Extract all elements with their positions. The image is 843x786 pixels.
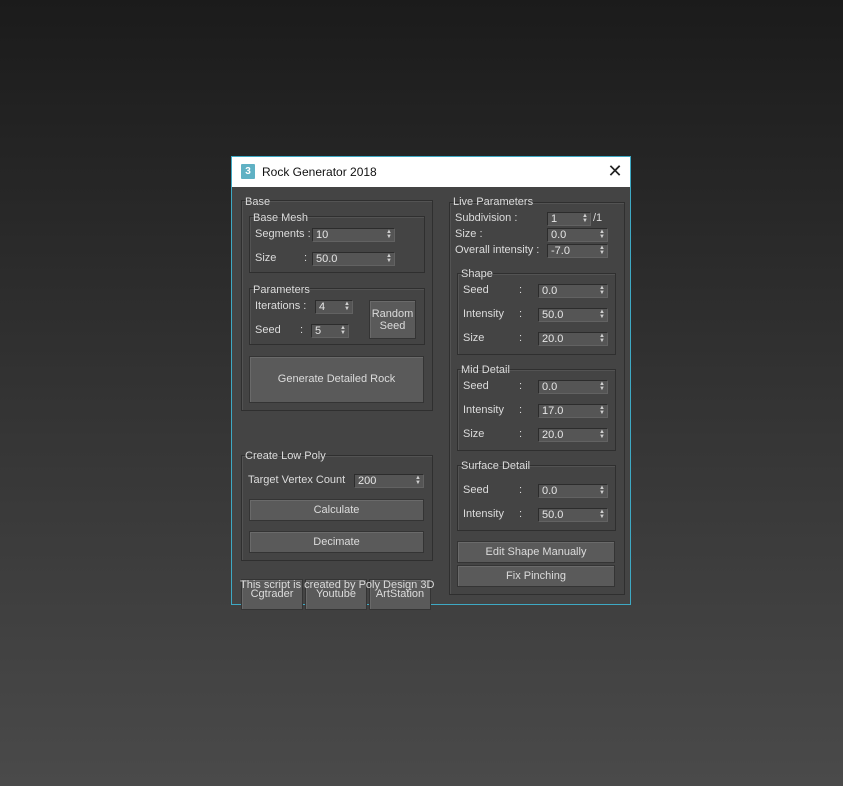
spinner-arrows-icon[interactable]: ▲ ▼ [582,213,588,224]
size-value: 50.0 [316,253,338,265]
spinner-arrows-icon[interactable]: ▲ ▼ [386,253,392,264]
3dsmax-app-icon: 3 [241,164,255,179]
live-size-value: 0.0 [551,229,567,241]
size-spinner[interactable]: 50.0 ▲ ▼ [312,252,395,266]
window-title: Rock Generator 2018 [262,165,377,179]
window-content: Base Base Mesh Segments : 10 ▲ ▼ Size : 5… [232,187,630,610]
subdivision-value: 1 [551,213,558,225]
shape-seed-label: Seed [463,284,489,296]
seed-value: 5 [315,325,322,337]
surface-seed-value: 0.0 [542,485,558,497]
subdivision-spinner[interactable]: 1 ▲ ▼ [547,212,591,226]
shape-intensity-spinner[interactable]: 50.0 ▲ ▼ [538,308,608,322]
size-label: Size [255,252,277,264]
surface-intensity-value: 50.0 [542,509,564,521]
shape-seed-colon: : [519,284,523,296]
segments-spinner[interactable]: 10 ▲ ▼ [312,228,395,242]
segments-value: 10 [316,229,329,241]
subdivision-label: Subdivision : [455,212,518,224]
shape-size-spinner[interactable]: 20.0 ▲ ▼ [538,332,608,346]
live-parameters-label: Live Parameters [453,196,534,208]
credit-line: This script is created by Poly Design 3D [240,579,435,591]
random-seed-line1: Random [371,308,414,320]
iterations-label: Iterations : [255,300,307,312]
shape-intensity-label: Intensity [463,308,504,320]
spinner-arrows-icon[interactable]: ▲ ▼ [599,229,605,240]
spinner-arrows-icon[interactable]: ▲ ▼ [415,475,421,486]
spinner-arrows-icon[interactable]: ▲ ▼ [599,245,605,256]
spinner-arrows-icon[interactable]: ▲ ▼ [386,229,392,240]
spinner-arrows-icon[interactable]: ▲ ▼ [599,485,605,496]
base-group-label: Base [245,196,271,208]
seed-label: Seed [255,324,281,336]
spinner-arrows-icon[interactable]: ▲ ▼ [344,301,350,312]
shape-label: Shape [461,268,493,280]
random-seed-line2: Seed [379,320,406,332]
spinner-arrows-icon[interactable]: ▲ ▼ [340,325,346,336]
shape-size-label: Size [463,332,485,344]
spinner-arrows-icon[interactable]: ▲ ▼ [599,333,605,344]
low-poly-label: Create Low Poly [245,450,326,462]
shape-seed-spinner[interactable]: 0.0 ▲ ▼ [538,284,608,298]
close-icon[interactable]: ✕ [600,157,630,187]
segments-label: Segments : [255,228,311,240]
mid-size-value: 20.0 [542,429,564,441]
surface-intensity-spinner[interactable]: 50.0 ▲ ▼ [538,508,608,522]
target-vertex-count-spinner[interactable]: 200 ▲ ▼ [354,474,424,488]
mid-detail-label: Mid Detail [461,364,510,376]
mid-intensity-value: 17.0 [542,405,564,417]
spinner-arrows-icon[interactable]: ▲ ▼ [599,429,605,440]
surface-seed-colon: : [519,484,523,496]
overall-intensity-spinner[interactable]: -7.0 ▲ ▼ [547,244,608,258]
overall-intensity-label: Overall intensity : [455,244,540,256]
overall-intensity-value: -7.0 [551,245,570,257]
mid-size-colon: : [519,428,523,440]
shape-size-value: 20.0 [542,333,564,345]
mid-size-label: Size [463,428,485,440]
surface-intensity-label: Intensity [463,508,504,520]
target-vertex-count-label: Target Vertex Count [248,474,346,486]
target-vertex-count-value: 200 [358,475,377,487]
edit-shape-manually-button[interactable]: Edit Shape Manually [457,541,615,563]
random-seed-button[interactable]: Random Seed [369,300,416,339]
spinner-arrows-icon[interactable]: ▲ ▼ [599,509,605,520]
surface-seed-spinner[interactable]: 0.0 ▲ ▼ [538,484,608,498]
live-size-label: Size : [455,228,483,240]
mid-intensity-colon: : [519,404,523,416]
fix-pinching-button[interactable]: Fix Pinching [457,565,615,587]
shape-seed-value: 0.0 [542,285,558,297]
surface-seed-label: Seed [463,484,489,496]
spinner-arrows-icon[interactable]: ▲ ▼ [599,381,605,392]
mid-seed-colon: : [519,380,523,392]
iterations-spinner[interactable]: 4 ▲ ▼ [315,300,353,314]
calculate-button[interactable]: Calculate [249,499,424,521]
mid-seed-label: Seed [463,380,489,392]
seed-spinner[interactable]: 5 ▲ ▼ [311,324,349,338]
shape-intensity-value: 50.0 [542,309,564,321]
mid-intensity-spinner[interactable]: 17.0 ▲ ▼ [538,404,608,418]
surface-detail-label: Surface Detail [461,460,531,472]
decimate-button[interactable]: Decimate [249,531,424,553]
mid-seed-spinner[interactable]: 0.0 ▲ ▼ [538,380,608,394]
base-mesh-label: Base Mesh [253,212,309,224]
mid-intensity-label: Intensity [463,404,504,416]
seed-colon: : [300,324,304,336]
subdivision-max: /1 [593,212,603,224]
mid-size-spinner[interactable]: 20.0 ▲ ▼ [538,428,608,442]
size-colon: : [304,252,308,264]
spinner-arrows-icon[interactable]: ▲ ▼ [599,405,605,416]
shape-size-colon: : [519,332,523,344]
live-size-spinner[interactable]: 0.0 ▲ ▼ [547,228,608,242]
spinner-arrows-icon[interactable]: ▲ ▼ [599,309,605,320]
shape-intensity-colon: : [519,308,523,320]
generate-detailed-rock-button[interactable]: Generate Detailed Rock [249,356,424,403]
iterations-value: 4 [319,301,326,313]
surface-intensity-colon: : [519,508,523,520]
title-bar[interactable]: 3 Rock Generator 2018 ✕ [232,157,630,187]
parameters-label: Parameters [253,284,310,296]
mid-seed-value: 0.0 [542,381,558,393]
spinner-arrows-icon[interactable]: ▲ ▼ [599,285,605,296]
rock-generator-window: 3 Rock Generator 2018 ✕ Base Base Mesh S… [231,156,631,610]
